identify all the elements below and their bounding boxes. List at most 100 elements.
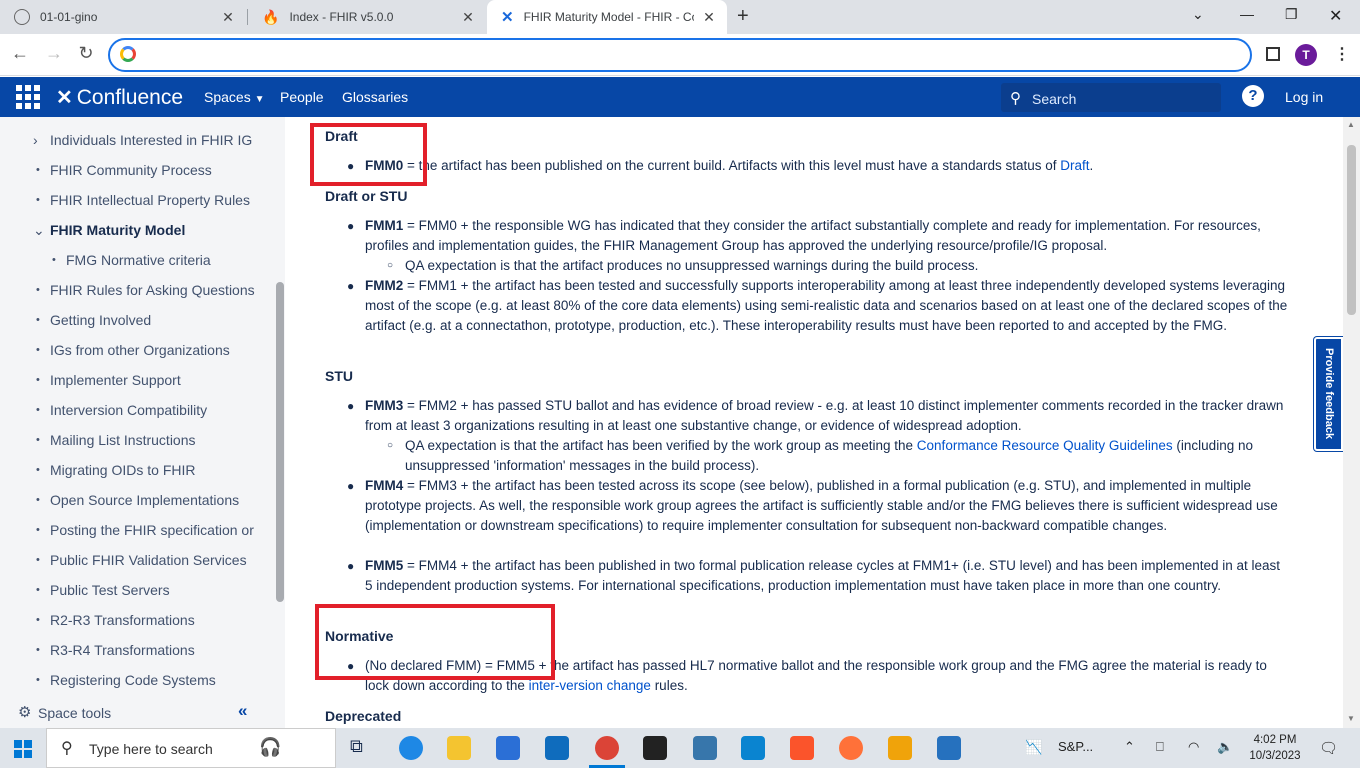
firefox-icon[interactable]: [839, 736, 863, 760]
mail-icon[interactable]: [545, 736, 569, 760]
people-link[interactable]: People: [280, 89, 324, 105]
bullet-icon: •: [36, 584, 40, 596]
fmm5-term: FMM5: [365, 558, 404, 573]
login-link[interactable]: Log in: [1285, 89, 1323, 105]
taskbar-clock[interactable]: 4:02 PM 10/3/2023: [1245, 732, 1305, 764]
gear-icon: ⚙: [18, 704, 32, 721]
page-scrollbar[interactable]: ▲ ▼: [1343, 117, 1360, 728]
show-hidden-icons-icon[interactable]: ⌃: [1124, 739, 1135, 755]
file-explorer-icon[interactable]: [447, 736, 471, 760]
fmm0-end: .: [1089, 158, 1094, 173]
store-icon[interactable]: [496, 736, 520, 760]
collapse-sidebar-icon[interactable]: «: [238, 701, 247, 721]
edge-icon[interactable]: [399, 736, 423, 760]
sidebar-item-label: Getting Involved: [50, 312, 152, 328]
bullet-icon: •: [36, 344, 40, 356]
glossaries-link[interactable]: Glossaries: [342, 89, 408, 105]
chevron-right-icon[interactable]: ›: [33, 132, 38, 148]
stock-widget-label[interactable]: S&P...: [1058, 739, 1093, 754]
address-bar[interactable]: [108, 38, 1252, 72]
scroll-down-icon[interactable]: ▼: [1347, 714, 1355, 723]
restore-button[interactable]: ❐: [1285, 6, 1298, 23]
bullet-icon: ●: [347, 219, 355, 233]
wifi-icon[interactable]: ◠: [1188, 739, 1199, 755]
vscode-icon[interactable]: [741, 736, 765, 760]
draft-link[interactable]: Draft: [1060, 158, 1089, 173]
forward-button[interactable]: →: [42, 43, 66, 64]
device-icon[interactable]: ⎕: [1156, 739, 1164, 755]
sidebar-scrollbar[interactable]: [276, 282, 284, 602]
fmm1-term: FMM1: [365, 218, 404, 233]
sidebar-item-label: R3-R4 Transformations: [50, 642, 195, 658]
heading-draft-or-stu: Draft or STU: [325, 188, 408, 204]
sublime-icon[interactable]: [888, 736, 912, 760]
minimize-button[interactable]: —: [1240, 6, 1254, 22]
confluence-header: ✕ Confluence Spaces ▼ People Glossaries …: [0, 77, 1360, 117]
brand-name: Confluence: [76, 85, 184, 109]
terminal-icon[interactable]: [643, 736, 667, 760]
close-tab-icon[interactable]: ✕: [220, 9, 236, 26]
taskbar-search-placeholder: Type here to search: [89, 741, 213, 757]
globe-icon: [14, 9, 30, 25]
fmm5-text: = FMM4 + the artifact has been published…: [365, 558, 1281, 593]
app-switcher-icon[interactable]: [16, 85, 40, 109]
powershell-icon[interactable]: [937, 736, 961, 760]
search-input[interactable]: ⚲ Search: [1001, 83, 1221, 112]
list-item-fmm0: ● FMM0 = the artifact has been published…: [347, 156, 1290, 176]
help-icon[interactable]: ?: [1242, 85, 1264, 107]
back-button[interactable]: ←: [8, 43, 32, 64]
bullet-icon: ●: [347, 399, 355, 413]
notification-icon[interactable]: 🗨: [1319, 739, 1338, 757]
stock-chart-icon[interactable]: 📉: [1025, 739, 1042, 756]
bullet-icon: •: [36, 314, 40, 326]
spaces-menu[interactable]: Spaces ▼: [204, 89, 265, 105]
bullet-icon: •: [36, 434, 40, 446]
python-icon[interactable]: [693, 736, 717, 760]
spaces-label: Spaces: [204, 89, 251, 105]
profile-avatar[interactable]: T: [1295, 44, 1317, 66]
taskbar-search[interactable]: ⚲ Type here to search 🎧: [46, 728, 336, 768]
new-tab-button[interactable]: +: [737, 5, 749, 28]
bullet-icon: •: [36, 524, 40, 536]
scroll-up-icon[interactable]: ▲: [1347, 120, 1355, 129]
bullet-icon: •: [36, 674, 40, 686]
address-input[interactable]: [146, 44, 1236, 66]
close-tab-icon[interactable]: ✕: [460, 9, 476, 26]
space-tools-label: Space tools: [38, 705, 112, 721]
windows-start-icon[interactable]: [14, 740, 32, 758]
reload-button[interactable]: ↻: [74, 43, 98, 64]
scrollbar-thumb[interactable]: [1347, 145, 1356, 315]
task-view-icon[interactable]: ⧉: [350, 736, 374, 760]
space-tools[interactable]: ⚙ Space tools «: [0, 698, 285, 728]
list-item-fmm2: ● FMM2 = FMM1 + the artifact has been te…: [347, 276, 1290, 336]
tab-search-icon[interactable]: ⌄: [1192, 6, 1204, 23]
volume-icon[interactable]: 🔈: [1217, 739, 1233, 755]
tab-fhir-maturity[interactable]: ✕ FHIR Maturity Model - FHIR - Co ✕: [487, 0, 727, 34]
list-item-fmm5: ● FMM5 = FMM4 + the artifact has been pu…: [347, 556, 1290, 596]
normative-text-end: rules.: [650, 678, 688, 693]
browser-menu-icon[interactable]: ⋮: [1334, 44, 1350, 64]
bullet-icon: •: [36, 194, 40, 206]
side-panel-icon[interactable]: [1266, 47, 1280, 61]
bullet-icon: •: [36, 404, 40, 416]
close-tab-icon[interactable]: ✕: [701, 9, 717, 26]
clock-date: 10/3/2023: [1249, 750, 1301, 762]
quality-guidelines-link[interactable]: Conformance Resource Quality Guidelines: [917, 438, 1173, 453]
heading-deprecated: Deprecated: [325, 708, 402, 724]
clock-time: 4:02 PM: [1253, 734, 1297, 746]
chrome-icon[interactable]: [595, 736, 619, 760]
bullet-icon: •: [36, 464, 40, 476]
tab-fhir-index[interactable]: 🔥 Index - FHIR v5.0.0 ✕: [248, 0, 486, 34]
provide-feedback-button[interactable]: Provide feedback: [1314, 337, 1343, 451]
list-item-fmm3-qa: ○ QA expectation is that the artifact ha…: [387, 436, 1290, 476]
sidebar-item-label: Interversion Compatibility: [50, 402, 208, 418]
tab-gino[interactable]: 01-01-gino ✕: [0, 0, 246, 34]
brave-icon[interactable]: [790, 736, 814, 760]
close-window-button[interactable]: ✕: [1329, 6, 1342, 26]
chevron-down-icon[interactable]: ⌄: [33, 222, 45, 239]
sidebar-item-label: Public Test Servers: [50, 582, 170, 598]
google-icon: [120, 46, 136, 62]
confluence-logo[interactable]: ✕ Confluence: [56, 85, 183, 110]
inter-version-change-link[interactable]: inter-version change: [529, 678, 651, 693]
sidebar-item-label: FHIR Maturity Model: [50, 222, 186, 238]
